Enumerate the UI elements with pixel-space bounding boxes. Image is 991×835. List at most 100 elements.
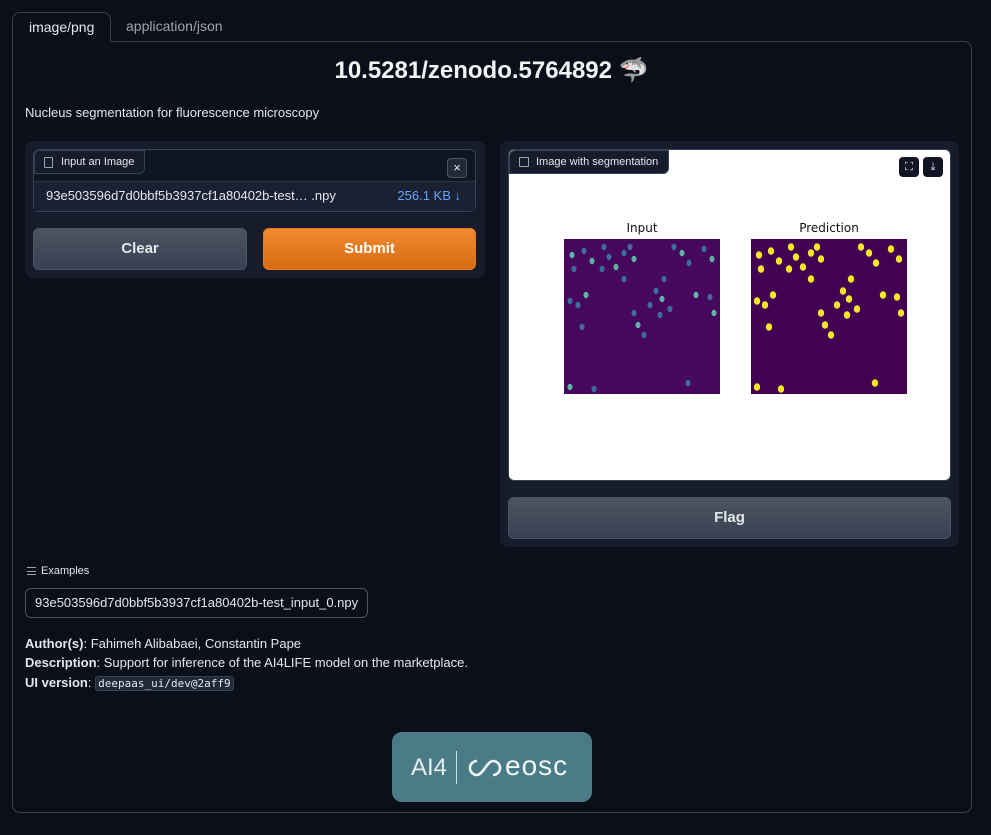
segmentation-figure: Input Prediction bbox=[564, 221, 907, 394]
example-item[interactable]: 93e503596d7d0bbf5b3937cf1a80402b-test_in… bbox=[25, 588, 369, 618]
input-nucleus bbox=[575, 301, 581, 309]
input-nucleus bbox=[659, 295, 665, 303]
description-value: : Support for inference of the AI4LIFE m… bbox=[96, 655, 468, 670]
input-nucleus bbox=[579, 323, 585, 331]
input-nucleus bbox=[567, 297, 573, 305]
input-nucleus bbox=[621, 275, 627, 283]
predicted-nucleus bbox=[753, 297, 761, 305]
prediction-image bbox=[751, 239, 907, 394]
input-nucleus bbox=[641, 331, 647, 339]
logo-ai4-text: AI4 bbox=[411, 754, 448, 781]
input-image bbox=[564, 239, 720, 394]
input-nucleus bbox=[583, 291, 589, 299]
ui-version-label: UI version bbox=[25, 675, 88, 690]
page-title: 10.5281/zenodo.5764892 🦈 bbox=[334, 57, 649, 84]
predicted-nucleus bbox=[872, 259, 880, 267]
predicted-nucleus bbox=[755, 251, 763, 259]
ai4eosc-logo: AI4 eosc bbox=[392, 732, 592, 802]
examples-header: Examples bbox=[25, 565, 89, 577]
predicted-nucleus bbox=[895, 255, 903, 263]
input-nucleus bbox=[631, 309, 637, 317]
predicted-nucleus bbox=[785, 265, 793, 273]
input-nucleus bbox=[581, 247, 587, 255]
predicted-nucleus bbox=[857, 243, 865, 251]
input-nucleus bbox=[711, 309, 717, 317]
input-nucleus bbox=[613, 263, 619, 271]
input-nucleus bbox=[679, 249, 685, 257]
file-icon bbox=[44, 157, 53, 168]
predicted-nucleus bbox=[847, 275, 855, 283]
predicted-nucleus bbox=[761, 301, 769, 309]
tab-image-png[interactable]: image/png bbox=[12, 12, 112, 42]
input-plot-title: Input bbox=[626, 221, 657, 235]
input-nucleus bbox=[567, 383, 573, 391]
close-icon[interactable]: × bbox=[447, 158, 467, 178]
ui-version-sep: : bbox=[87, 675, 92, 690]
input-nucleus bbox=[601, 243, 607, 251]
input-label: Input an Image bbox=[61, 156, 135, 168]
input-nucleus bbox=[627, 243, 633, 251]
predicted-nucleus bbox=[827, 331, 835, 339]
predicted-nucleus bbox=[765, 323, 773, 331]
predicted-nucleus bbox=[833, 301, 841, 309]
predicted-nucleus bbox=[897, 309, 905, 317]
input-nucleus bbox=[631, 255, 637, 263]
predicted-nucleus bbox=[777, 385, 785, 393]
predicted-nucleus bbox=[753, 383, 761, 391]
input-label-tag: Input an Image bbox=[34, 150, 146, 174]
submit-button[interactable]: Submit bbox=[263, 228, 476, 270]
predicted-nucleus bbox=[887, 245, 895, 253]
predicted-nucleus bbox=[787, 243, 795, 251]
predicted-nucleus bbox=[775, 257, 783, 265]
input-nucleus bbox=[589, 257, 595, 265]
predicted-nucleus bbox=[893, 293, 901, 301]
eosc-mark-icon bbox=[468, 759, 502, 777]
input-nucleus bbox=[686, 259, 692, 267]
file-upload-block: Input an Image × 93e503596d7d0bbf5b3937c… bbox=[33, 149, 476, 212]
input-nucleus bbox=[657, 311, 663, 319]
tab-application-json[interactable]: application/json bbox=[110, 12, 239, 42]
description-line: Description: Support for inference of th… bbox=[25, 655, 468, 670]
input-nucleus bbox=[671, 243, 677, 251]
predicted-nucleus bbox=[839, 287, 847, 295]
predicted-nucleus bbox=[807, 275, 815, 283]
examples-label: Examples bbox=[41, 565, 90, 577]
input-nucleus bbox=[653, 287, 659, 295]
input-nucleus bbox=[661, 275, 667, 283]
predicted-nucleus bbox=[879, 291, 887, 299]
description-label: Description bbox=[25, 655, 97, 670]
authors-value: : Fahimeh Alibabaei, Constantin Pape bbox=[83, 636, 302, 651]
ui-version-code: deepaas_ui/dev@2aff9 bbox=[95, 676, 234, 691]
uploaded-file-row: 93e503596d7d0bbf5b3937cf1a80402b-test… .… bbox=[34, 181, 475, 211]
predicted-nucleus bbox=[807, 249, 815, 257]
authors-line: Author(s): Fahimeh Alibabaei, Constantin… bbox=[25, 636, 301, 651]
list-icon bbox=[27, 567, 36, 575]
predicted-nucleus bbox=[817, 255, 825, 263]
input-nucleus bbox=[635, 321, 641, 329]
predicted-nucleus bbox=[853, 305, 861, 313]
input-nucleus bbox=[709, 255, 715, 263]
clear-button[interactable]: Clear bbox=[33, 228, 247, 270]
file-name: 93e503596d7d0bbf5b3937cf1a80402b-test… .… bbox=[46, 188, 336, 203]
input-nucleus bbox=[667, 305, 673, 313]
predicted-nucleus bbox=[871, 379, 879, 387]
prediction-plot-title: Prediction bbox=[799, 221, 859, 235]
file-download-link[interactable]: 256.1 KB ↓ bbox=[397, 182, 461, 210]
page-subtitle: Nucleus segmentation for fluorescence mi… bbox=[25, 105, 320, 120]
input-nucleus bbox=[621, 249, 627, 257]
flag-button[interactable]: Flag bbox=[508, 497, 951, 539]
predicted-nucleus bbox=[769, 291, 777, 299]
ui-version-line: UI version: deepaas_ui/dev@2aff9 bbox=[25, 675, 234, 691]
predicted-nucleus bbox=[843, 311, 851, 319]
input-nucleus bbox=[707, 293, 713, 301]
predicted-nucleus bbox=[757, 265, 765, 273]
input-panel: Input an Image × 93e503596d7d0bbf5b3937c… bbox=[25, 141, 485, 278]
input-nucleus bbox=[693, 291, 699, 299]
input-nucleus bbox=[599, 265, 605, 273]
input-nucleus bbox=[591, 385, 597, 393]
predicted-nucleus bbox=[792, 253, 800, 261]
authors-label: Author(s) bbox=[25, 636, 84, 651]
input-nucleus bbox=[571, 265, 577, 273]
predicted-nucleus bbox=[767, 247, 775, 255]
predicted-nucleus bbox=[845, 295, 853, 303]
